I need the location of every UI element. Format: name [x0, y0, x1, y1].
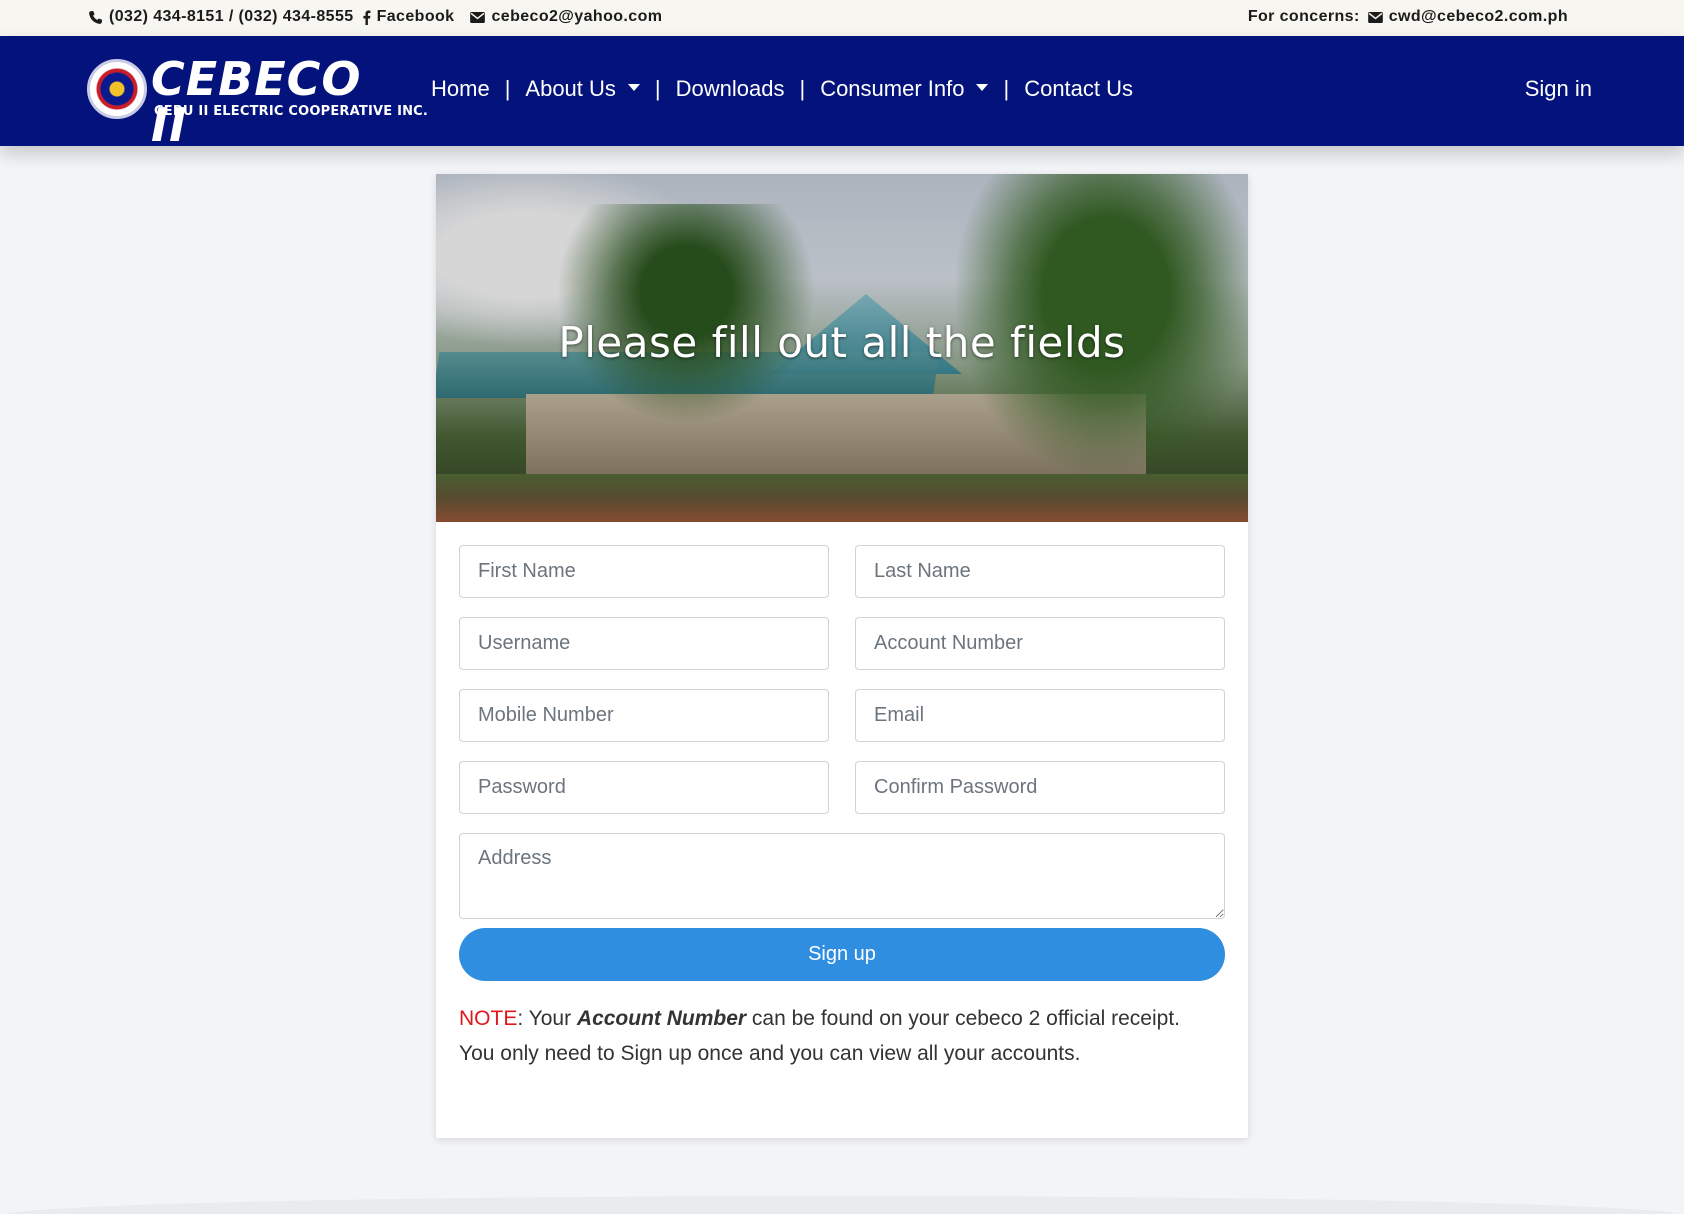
nav-about-us-label: About Us — [525, 76, 616, 101]
cooperative-emblem-icon — [87, 59, 147, 119]
nav-separator: | — [799, 76, 806, 101]
email-link[interactable]: cebeco2@yahoo.com — [491, 8, 662, 26]
note-text-1: : Your — [517, 1007, 577, 1030]
nav-separator: | — [504, 76, 511, 101]
mobile-number-input[interactable] — [459, 689, 829, 742]
email-input[interactable] — [855, 689, 1225, 742]
nav-separator: | — [1003, 76, 1010, 101]
signup-form: Sign up NOTE: Your Account Number can be… — [459, 545, 1225, 1071]
concerns-info: For concerns: cwd@cebeco2.com.ph — [1248, 8, 1568, 26]
nav-downloads[interactable]: Downloads — [676, 76, 785, 102]
nav-about-us-dropdown[interactable]: About Us — [525, 76, 640, 102]
hero-title: Please fill out all the fields — [558, 318, 1126, 367]
account-number-input[interactable] — [855, 617, 1225, 670]
main-navbar: CEBECO II CEBU II ELECTRIC COOPERATIVE I… — [0, 36, 1684, 148]
note-emphasis: Account Number — [576, 1007, 747, 1030]
first-name-input[interactable] — [459, 545, 829, 598]
address-textarea[interactable] — [459, 833, 1225, 919]
facebook-link[interactable]: Facebook — [377, 8, 455, 26]
sign-up-button[interactable]: Sign up — [459, 928, 1225, 981]
confirm-password-input[interactable] — [855, 761, 1225, 814]
concerns-label: For concerns: — [1247, 8, 1360, 25]
brand-name: CEBECO II — [151, 52, 362, 152]
nav-consumer-info-dropdown[interactable]: Consumer Info — [820, 76, 989, 102]
envelope-icon — [470, 11, 486, 23]
note-text-3: You only need to Sign up once and you ca… — [459, 1042, 1081, 1065]
username-input[interactable] — [459, 617, 829, 670]
nav-links: Home | About Us | Downloads | Consumer I… — [431, 76, 1133, 102]
nav-separator: | — [654, 76, 661, 101]
note-text-2: can be found on your cebeco 2 official r… — [746, 1007, 1180, 1030]
nav-home[interactable]: Home — [431, 76, 490, 102]
concerns-email-link[interactable]: cwd@cebeco2.com.ph — [1389, 8, 1568, 26]
password-input[interactable] — [459, 761, 829, 814]
envelope-icon — [1367, 11, 1383, 23]
hero-image: Please fill out all the fields — [436, 174, 1248, 522]
caret-down-icon — [976, 83, 989, 91]
sign-in-link[interactable]: Sign in — [1525, 76, 1592, 102]
brand-tagline: CEBU II ELECTRIC COOPERATIVE INC. — [154, 104, 429, 119]
account-number-note: NOTE: Your Account Number can be found o… — [459, 1001, 1225, 1071]
last-name-input[interactable] — [855, 545, 1225, 598]
footer-wave-decoration — [0, 1196, 1684, 1214]
nav-contact-us[interactable]: Contact Us — [1024, 76, 1133, 102]
brand-logo[interactable]: CEBECO II CEBU II ELECTRIC COOPERATIVE I… — [87, 56, 428, 148]
top-contact-bar: (032) 434-8151 / (032) 434-8555 Facebook… — [0, 0, 1684, 36]
note-label: NOTE — [459, 1007, 518, 1030]
contact-info: (032) 434-8151 / (032) 434-8555 Facebook… — [88, 8, 662, 26]
facebook-icon[interactable] — [362, 9, 371, 25]
nav-consumer-info-label: Consumer Info — [820, 76, 965, 101]
signup-card: Please fill out all the fields Sign up N… — [436, 174, 1248, 1138]
phone-icon — [88, 10, 103, 25]
phone-numbers: (032) 434-8151 / (032) 434-8555 — [109, 8, 354, 25]
caret-down-icon — [627, 83, 640, 91]
